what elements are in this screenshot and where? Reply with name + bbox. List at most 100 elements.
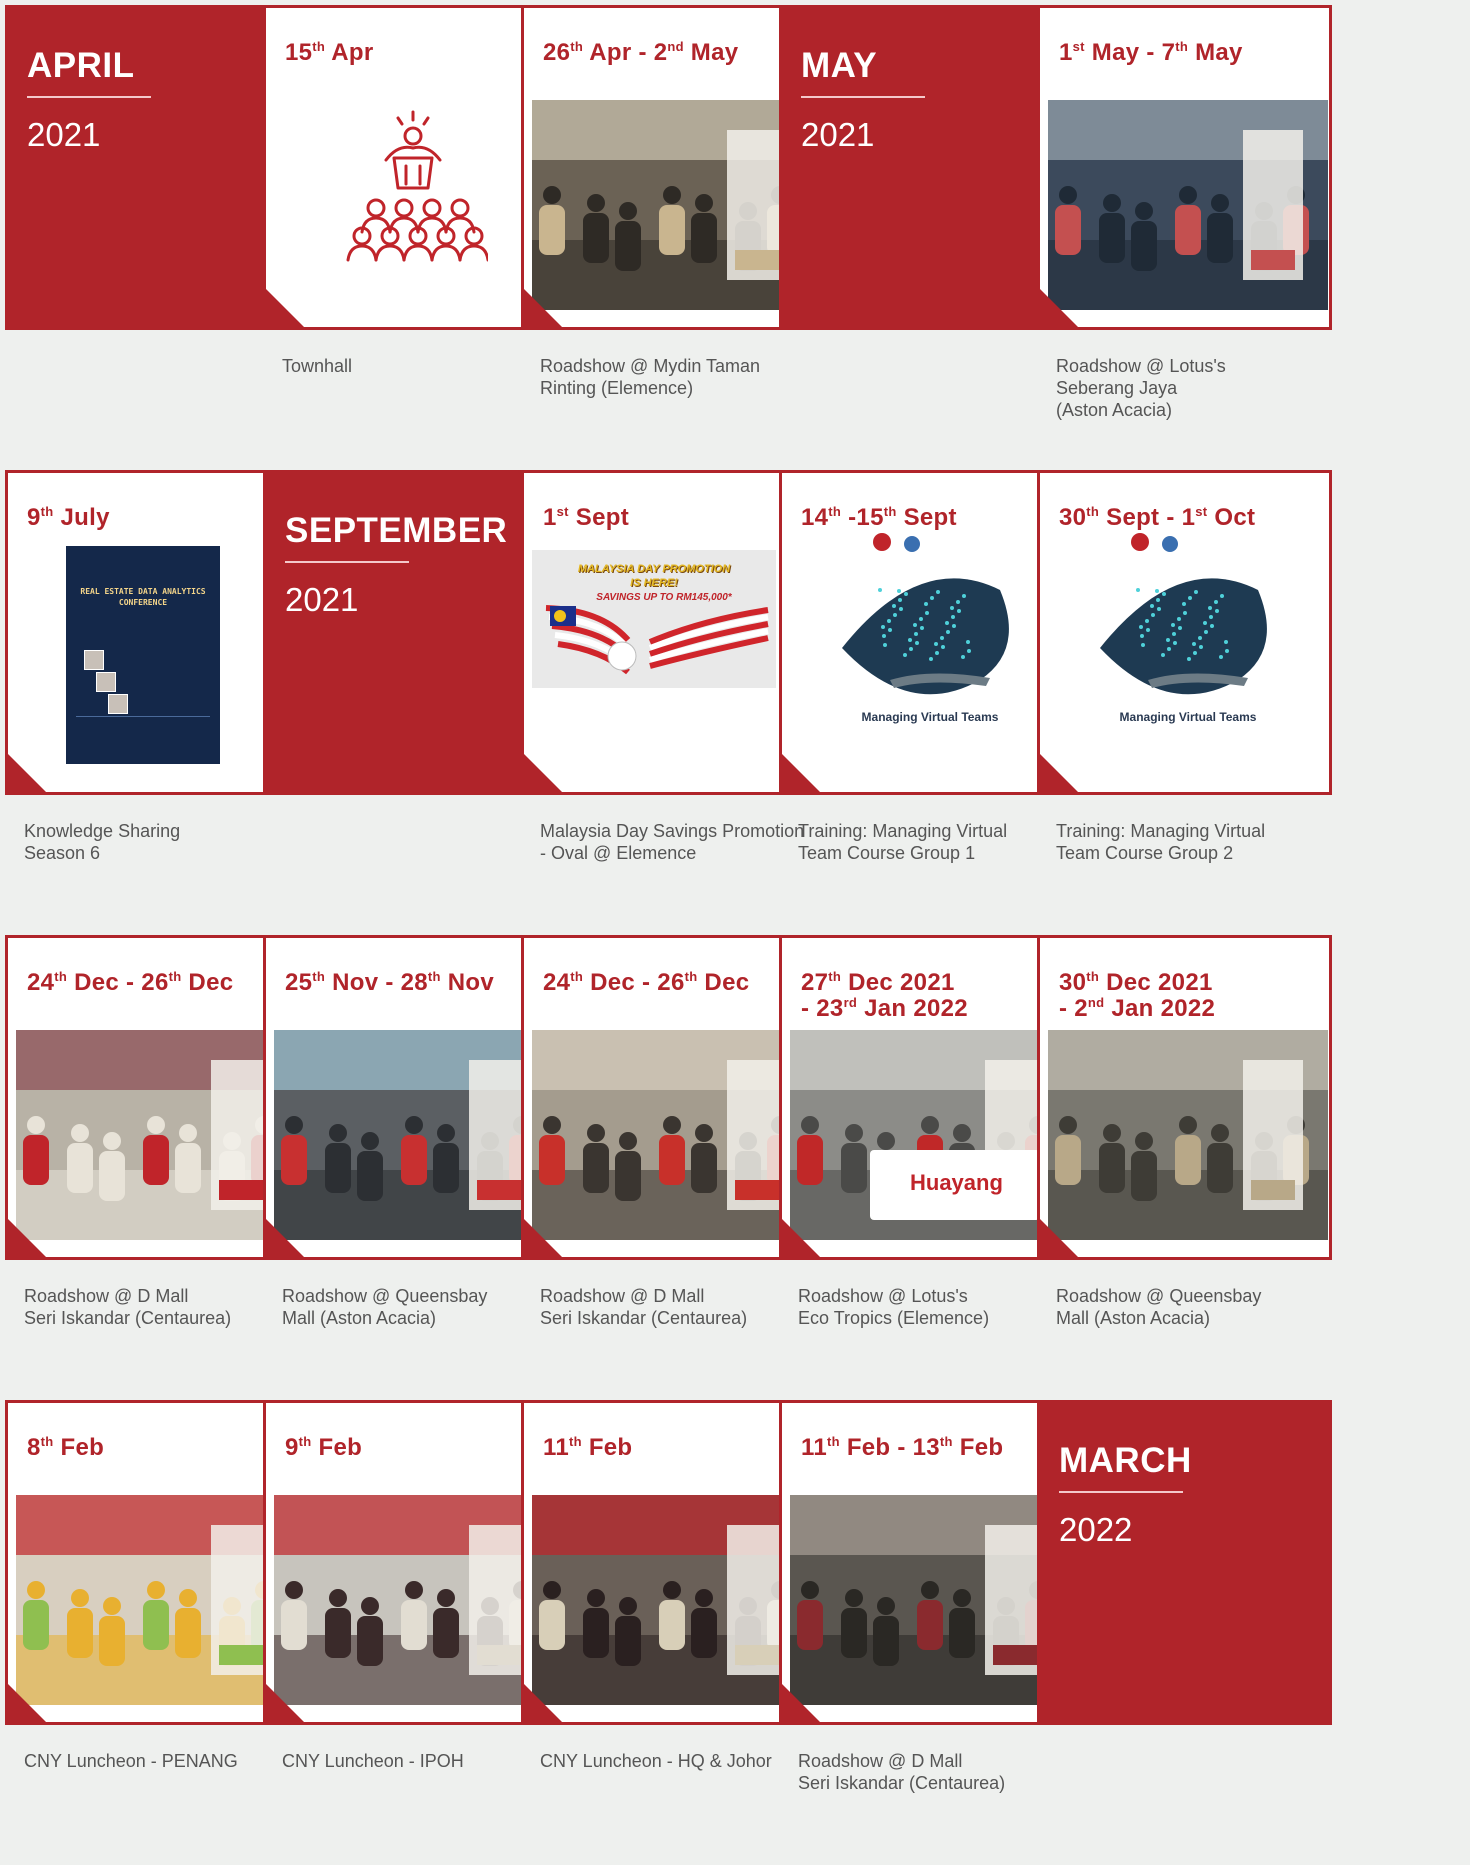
caption-line: Seri Iskandar (Centaurea) xyxy=(540,1308,748,1328)
date-text: -15 xyxy=(841,504,884,531)
event-photo xyxy=(16,1495,296,1705)
caption-line: Mall (Aston Acacia) xyxy=(1056,1308,1211,1328)
event-date: 9th Feb xyxy=(285,1435,545,1461)
speaker-photo xyxy=(108,694,128,714)
event-date: 1st Sept xyxy=(543,505,803,531)
month-card: APRIL 2021 xyxy=(5,5,300,330)
date-text: Jan 2022 xyxy=(857,995,968,1022)
caption-line: Malaysia Day Savings Promotion xyxy=(540,821,805,841)
month-name: SEPTEMBER xyxy=(285,511,508,550)
event-cell: 24th Dec - 26th Dec Roadshow @ D Mall Seri… xyxy=(521,935,816,1400)
event-cell: 25th Nov - 28th Nov Roadshow @ Queensbay M… xyxy=(263,935,558,1400)
caption-line: Mall (Aston Acacia) xyxy=(282,1308,437,1328)
month-divider xyxy=(801,96,925,98)
event-date: 25th Nov - 28th Nov xyxy=(285,970,545,996)
date-ordinal: th xyxy=(312,39,326,54)
caption-line: Training: Managing Virtual xyxy=(1056,821,1266,841)
date-ordinal: th xyxy=(298,1434,312,1449)
card-corner xyxy=(266,1684,304,1722)
date-text: - 23 xyxy=(801,995,844,1022)
event-card: 9th July REAL ESTATE DATA ANALYTICS CONFE… xyxy=(5,470,300,795)
date-text: Feb xyxy=(581,1434,633,1461)
date-day: 30 xyxy=(1059,969,1087,996)
event-date: 26th Apr - 2nd May xyxy=(543,40,803,66)
date-text: Sept xyxy=(896,504,957,531)
speaker-photo xyxy=(84,650,104,670)
card-corner xyxy=(782,1219,820,1257)
event-card: 30th Dec 2021 - 2nd Jan 2022 xyxy=(1037,935,1332,1260)
date-text: Apr xyxy=(325,39,374,66)
date-day: 15 xyxy=(285,39,313,66)
caption-line: Rinting (Elemence) xyxy=(540,378,694,398)
date-day: 9 xyxy=(27,504,41,531)
timeline-row: 8 th Feb CNY Luncheon - PENANG 9th Feb CNY L… xyxy=(5,1400,1470,1865)
event-card: 14th -15th Sept Managing Virtual Teams xyxy=(779,470,1074,795)
date-ordinal: th xyxy=(168,969,182,984)
brand-sign: Huayang xyxy=(870,1150,1040,1220)
event-date: 14th -15th Sept xyxy=(801,505,1061,531)
event-photo-graphic xyxy=(16,1495,296,1705)
date-text: Dec xyxy=(697,969,750,996)
event-photo-graphic xyxy=(274,1495,554,1705)
caption-line: Townhall xyxy=(282,356,353,376)
event-caption: Roadshow @ Queensbay Mall (Aston Acacia) xyxy=(1056,1285,1326,1329)
month-year: 2022 xyxy=(1059,1511,1133,1548)
event-cell: 24th Dec - 26th Dec Roadshow @ D Mall Seri… xyxy=(5,935,300,1400)
date-text: Jan 2022 xyxy=(1104,995,1216,1022)
event-photo-graphic xyxy=(1048,1030,1328,1240)
caption-line: CNY Luncheon - PENANG xyxy=(24,1751,238,1771)
date-day: 30 xyxy=(1059,504,1087,531)
event-caption: CNY Luncheon - IPOH xyxy=(282,1750,552,1772)
date-ordinal: nd xyxy=(1087,995,1105,1010)
event-date: 1st May - 7th May xyxy=(1059,40,1319,66)
date-text: Feb xyxy=(311,1434,363,1461)
date-ordinal: th xyxy=(570,39,584,54)
date-ordinal: th xyxy=(570,969,584,984)
caption-line: (Aston Acacia) xyxy=(1056,400,1173,420)
caption-line: CNY Luncheon - IPOH xyxy=(282,1751,464,1771)
event-photo xyxy=(1048,1030,1328,1240)
caption-line: Team Course Group 1 xyxy=(798,843,976,863)
caption-line: Knowledge Sharing xyxy=(24,821,181,841)
event-date: 27th Dec 2021- 23rd Jan 2022 xyxy=(801,970,1061,1022)
poster-footer xyxy=(76,716,210,733)
card-corner xyxy=(524,754,562,792)
event-caption: CNY Luncheon - PENANG xyxy=(24,1750,294,1772)
event-cell: 1st May - 7th May Roadshow @ Lotus's Seber… xyxy=(1037,5,1332,470)
card-corner xyxy=(266,1219,304,1257)
training-title: Managing Virtual Teams xyxy=(1119,710,1257,724)
event-photo xyxy=(274,1495,554,1705)
date-text: Dec 2021 xyxy=(1099,969,1213,996)
date-text: Feb xyxy=(952,1434,1004,1461)
date-day: 8 xyxy=(27,1434,41,1461)
card-corner xyxy=(782,754,820,792)
month-year: 2021 xyxy=(801,116,875,153)
event-card: 1st May - 7th May xyxy=(1037,5,1332,330)
brand-name: Huayang xyxy=(910,1170,1003,1195)
date-text: Nov xyxy=(440,969,494,996)
date-ordinal: th xyxy=(568,1434,582,1449)
event-photo xyxy=(16,1030,296,1240)
event-card: 24th Dec - 26th Dec xyxy=(521,935,816,1260)
timeline-row: 9th July REAL ESTATE DATA ANALYTICS CONFE… xyxy=(5,470,1470,935)
month-divider xyxy=(285,561,409,563)
date-day: 27 xyxy=(801,969,829,996)
card-corner xyxy=(1040,1219,1078,1257)
date-ordinal: th xyxy=(939,1434,953,1449)
event-cell: 14th -15th Sept Managing Virtual Teams Tra… xyxy=(779,470,1074,935)
event-caption: Training: Managing Virtual Team Course Gr… xyxy=(1056,820,1326,864)
date-text: Dec 2021 xyxy=(841,969,955,996)
date-text: Dec - 26 xyxy=(67,969,169,996)
date-ordinal: nd xyxy=(667,39,684,54)
month-card: MAY 2021 xyxy=(779,5,1074,330)
caption-line: Season 6 xyxy=(24,843,101,863)
event-caption: Training: Managing Virtual Team Course Gr… xyxy=(798,820,1068,864)
caption-line: Seri Iskandar (Centaurea) xyxy=(24,1308,232,1328)
event-photo: MALAYSIA DAY PROMOTION IS HERE! SAVINGS U… xyxy=(532,550,776,688)
month-name: MAY xyxy=(801,46,878,85)
training-cover-graphic xyxy=(842,533,1009,695)
event-date: 30th Dec 2021 - 2nd Jan 2022 xyxy=(1059,970,1319,1022)
date-day: 26 xyxy=(543,39,571,66)
event-cell: 15th Apr Townhall xyxy=(263,5,558,470)
date-ordinal: st xyxy=(1195,504,1208,519)
